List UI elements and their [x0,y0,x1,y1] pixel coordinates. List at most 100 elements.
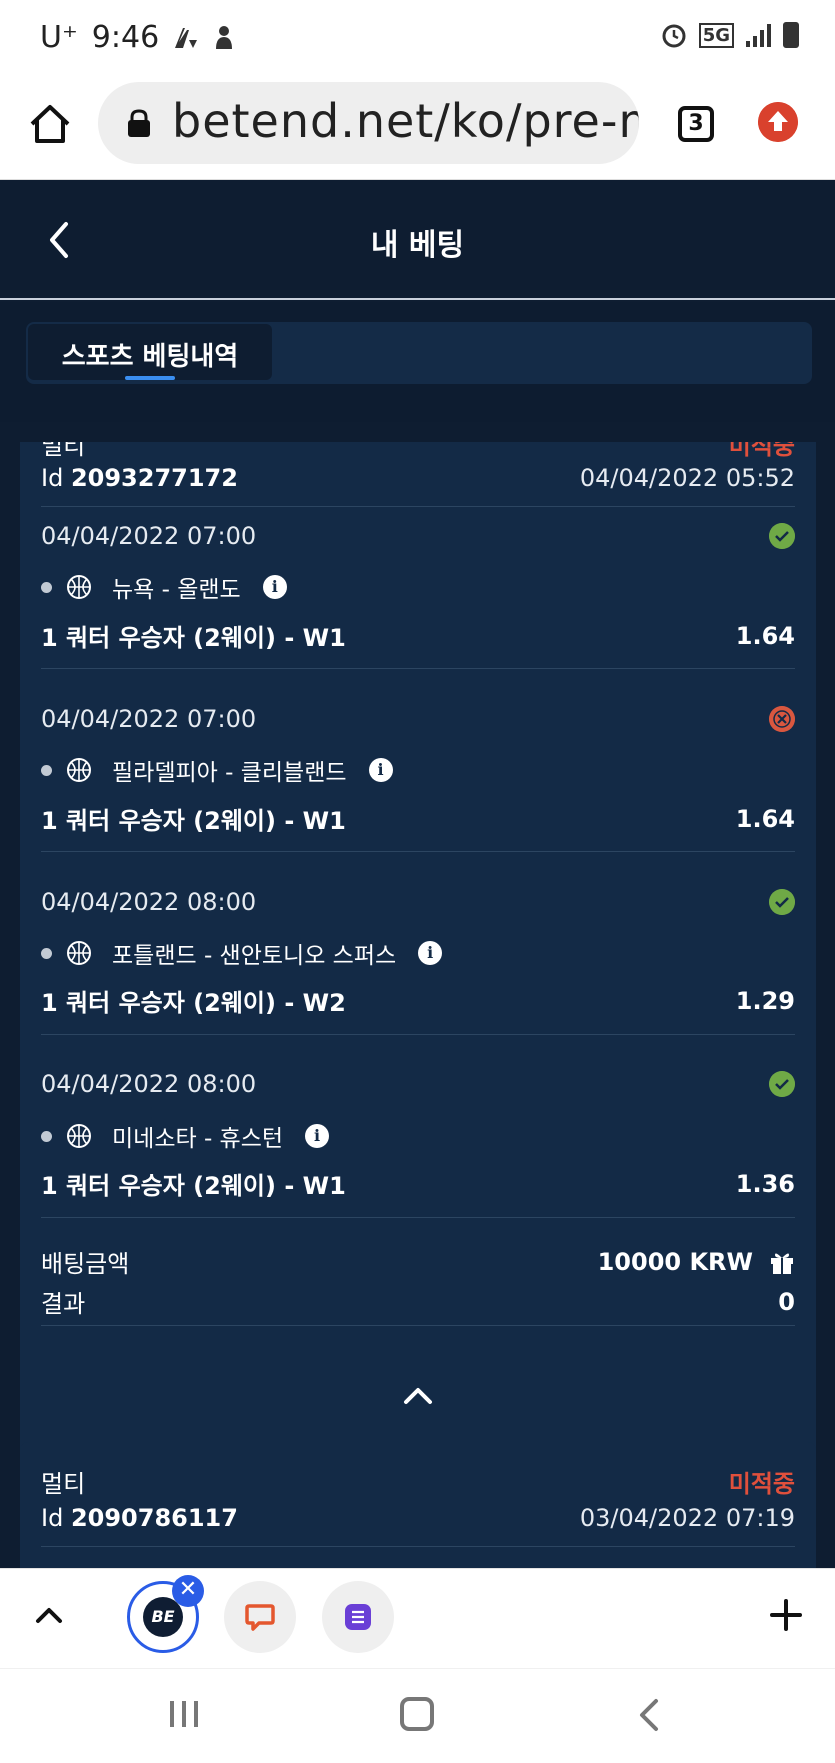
divider [41,1217,795,1218]
market-label: 1 쿼터 우승자 (2웨이) - W1 [41,1172,346,1200]
close-icon[interactable]: ✕ [172,1575,204,1607]
match-name: 포틀랜드 - 샌안토니오 스퍼스 [112,943,397,969]
id-label: Id [41,1504,64,1532]
gift-icon[interactable] [769,1249,795,1275]
market-label: 1 쿼터 우승자 (2웨이) - W1 [41,807,346,835]
recent-apps-icon[interactable] [166,1699,202,1729]
tab-sports-history[interactable]: 스포츠 베팅내역 [28,324,272,380]
selection-date: 04/04/2022 08:00 [41,1070,257,1098]
data-saver-icon [175,27,198,48]
info-icon[interactable]: i [305,1124,330,1148]
market-label: 1 쿼터 우승자 (2웨이) - W2 [41,989,346,1017]
page-header: 내 베팅 [0,180,835,300]
system-nav-bar [0,1668,835,1763]
status-dot [41,581,52,593]
bet-id-row: Id 2093277172 04/04/2022 05:52 [41,464,795,492]
chevron-up-icon[interactable] [34,1603,64,1627]
bubble-toolbar: BE ✕ [0,1568,835,1668]
divider [41,1325,795,1326]
divider [41,668,795,669]
network-type: 5G [698,22,734,48]
status-right: 5G [661,22,799,48]
chat-app-bubble[interactable] [224,1581,296,1653]
selection-match-row: 필라델피아 - 클리블랜드 i [41,753,795,787]
result-row: 결과 0 [41,1284,795,1319]
alarm-icon [662,24,686,48]
market-label: 1 쿼터 우승자 (2웨이) - W1 [41,624,346,652]
selection-market-row: 1 쿼터 우승자 (2웨이) - W2 1.29 [41,983,795,1018]
status-dot [41,947,52,959]
id-value: 2093277172 [70,464,238,492]
bet-list[interactable]: 멀티 미적중 Id 2093277172 04/04/2022 05:52 04… [0,442,835,1568]
odds-value: 1.36 [735,1169,795,1198]
list-app-bubble[interactable] [322,1581,394,1653]
selection-date-row: 04/04/2022 07:00 [41,705,795,733]
selection-date-row: 04/04/2022 07:00 [41,522,795,550]
match-name: 뉴욕 - 올랜도 [112,577,241,603]
basketball-icon [67,758,91,782]
status-bar: U⁺ 9:46 5G [0,0,835,80]
selection-match-row: 포틀랜드 - 샌안토니오 스퍼스 i [41,936,795,970]
bet-id: Id 2090786117 [41,1504,238,1532]
plus-icon[interactable] [768,1597,804,1633]
selection-date: 04/04/2022 08:00 [41,888,257,916]
stake-value: 10000 KRW [597,1247,753,1276]
odds-value: 1.29 [735,986,795,1015]
status-dot [41,1130,52,1142]
page-content: 내 베팅 스포츠 베팅내역 멀티 미적중 Id 2093277172 04/04… [0,180,835,1568]
lock-icon [128,109,150,137]
id-value: 2090786117 [70,1504,238,1532]
stake-row: 배팅금액 10000 KRW [41,1244,795,1279]
divider [41,851,795,852]
info-icon[interactable]: i [262,575,287,599]
selection-match-row: 미네소타 - 휴스턴 i [41,1119,795,1153]
back-nav-icon[interactable] [636,1697,662,1733]
home-nav-icon[interactable] [400,1697,434,1731]
id-label: Id [41,464,64,492]
page-title: 내 베팅 [370,228,465,263]
info-icon[interactable]: i [368,758,393,782]
home-icon[interactable] [28,102,72,146]
won-check-icon [769,889,795,915]
tab-indicator [125,376,175,380]
basketball-icon [67,941,91,965]
result-value: 0 [778,1287,795,1316]
selection-date: 04/04/2022 07:00 [41,705,257,733]
bet-type: 멀티 [41,442,86,460]
divider [41,1034,795,1035]
divider [41,506,795,507]
clock: 9:46 [91,20,160,55]
odds-value: 1.64 [735,804,795,833]
selection-market-row: 1 쿼터 우승자 (2웨이) - W1 1.36 [41,1166,795,1201]
bet-header-row: 멀티 미적중 [41,442,795,461]
url-text: betend.net/ko/pre-m [172,94,639,148]
update-icon[interactable] [758,102,798,142]
selection-date-row: 04/04/2022 08:00 [41,888,795,916]
selection-date: 04/04/2022 07:00 [41,522,257,550]
battery-icon [783,22,799,48]
match-name: 미네소타 - 휴스턴 [112,1126,284,1152]
info-icon[interactable]: i [418,941,443,965]
divider [41,1546,795,1547]
won-check-icon [769,523,795,549]
basketball-icon [67,1124,91,1148]
bet-date: 03/04/2022 07:19 [579,1504,795,1532]
odds-value: 1.64 [735,621,795,650]
status-dot [41,764,52,776]
bet-status: 미적중 [728,1470,795,1498]
selection-market-row: 1 쿼터 우승자 (2웨이) - W1 1.64 [41,801,795,836]
lost-x-icon [769,706,795,732]
bet-date: 04/04/2022 05:52 [579,464,795,492]
bet-card[interactable]: 멀티 미적중 Id 2090786117 03/04/2022 07:19 [20,1442,816,1568]
address-bar[interactable]: betend.net/ko/pre-m [98,82,639,164]
stake-label: 배팅금액 [41,1250,130,1278]
signal-icon [746,23,771,47]
chat-icon [245,1604,275,1631]
collapse-chevron-icon[interactable] [398,1380,438,1410]
selection-date-row: 04/04/2022 08:00 [41,1070,795,1098]
bet-card: 멀티 미적중 Id 2093277172 04/04/2022 05:52 04… [20,442,816,1486]
match-name: 필라델피아 - 클리블랜드 [112,760,347,786]
tabs-button[interactable]: 3 [678,106,714,142]
stake-value-wrap: 10000 KRW [598,1248,795,1276]
status-left: U⁺ 9:46 [40,20,235,55]
